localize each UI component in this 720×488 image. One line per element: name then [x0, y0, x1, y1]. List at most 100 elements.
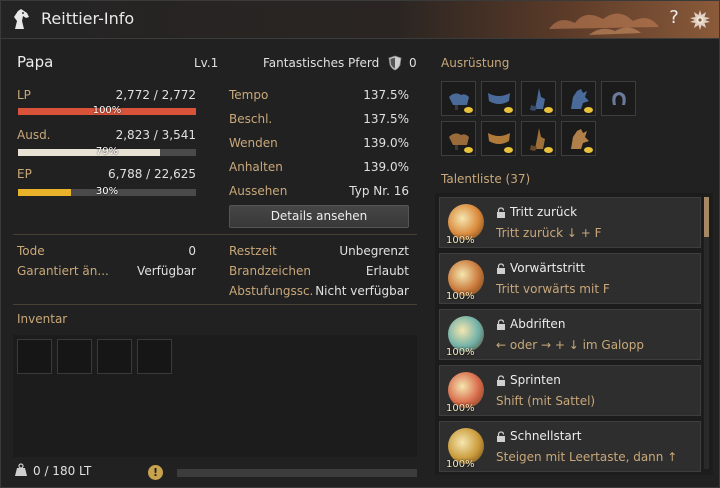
mount-name: Papa	[17, 53, 54, 71]
talent-name: Sprinten	[510, 373, 561, 387]
saddle-slot[interactable]	[441, 81, 476, 116]
turning-value: 139.0%	[363, 136, 409, 150]
saddle-slot[interactable]	[441, 121, 476, 156]
equipped-indicator	[504, 147, 513, 153]
speed-value: 137.5%	[363, 88, 409, 102]
brand-value: Erlaubt	[365, 264, 409, 278]
talent-percent: 100%	[446, 459, 475, 470]
remaining-time-value: Unbegrenzt	[339, 244, 409, 258]
inventory-slot[interactable]	[137, 339, 172, 374]
talent-item[interactable]: 100% Abdriften ← oder → + ↓ im Galopp	[439, 309, 701, 360]
downgrade-label: Abstufungssc.	[229, 284, 314, 298]
hp-percent: 100%	[92, 105, 122, 116]
lock-icon	[497, 207, 505, 218]
talent-scrollbar[interactable]	[704, 197, 709, 469]
equipped-indicator	[464, 147, 473, 153]
stamina-bar: 79%	[18, 146, 196, 157]
talent-item[interactable]: 100% Schnellstart Steigen mit Leertaste,…	[439, 421, 701, 472]
scrollbar-thumb[interactable]	[704, 197, 709, 237]
divider	[13, 234, 417, 235]
inventory-slot[interactable]	[17, 339, 52, 374]
equipped-indicator	[584, 147, 593, 153]
mount-grade: Fantastisches Pferd	[263, 56, 380, 70]
equipped-indicator	[544, 107, 553, 113]
deaths-label: Tode	[17, 244, 45, 258]
talent-description: Tritt vorwärts mit F	[496, 282, 610, 296]
weight-bar	[177, 469, 417, 477]
cloud-decoration-icon	[549, 13, 659, 35]
inventory-slot[interactable]	[57, 339, 92, 374]
speed-label: Tempo	[229, 88, 269, 102]
talent-item[interactable]: 100% Tritt zurück Tritt zurück ↓ + F	[439, 197, 701, 248]
mount-count: 0	[409, 56, 417, 70]
exp-value: 6,788 / 22,625	[107, 167, 196, 181]
inventory-panel	[13, 335, 417, 457]
barding-slot[interactable]	[481, 121, 516, 156]
braking-value: 139.0%	[363, 160, 409, 174]
guaranteed-change-value: Verfügbar	[137, 264, 196, 278]
acceleration-value: 137.5%	[363, 112, 409, 126]
lock-icon	[497, 375, 505, 386]
equipped-indicator	[584, 107, 593, 113]
guaranteed-change-label: Garantiert än...	[17, 264, 109, 278]
brand-label: Brandzeichen	[229, 264, 311, 278]
talent-description: Steigen mit Leertaste, dann ↑	[496, 450, 678, 464]
lock-icon	[497, 263, 505, 274]
hp-label: LP	[17, 88, 31, 102]
inventory-weight: 0 / 180 LT	[33, 464, 92, 478]
turning-label: Wenden	[229, 136, 278, 150]
talent-percent: 100%	[446, 347, 475, 358]
talent-list: 100% Tritt zurück Tritt zurück ↓ + F 100…	[435, 193, 713, 475]
mount-info-window: Reittier-Info ? Papa Lv.1 Fantastisches …	[0, 0, 720, 488]
divider	[13, 304, 417, 305]
stamina-label: Ausd.	[17, 128, 51, 142]
talent-name: Tritt zurück	[510, 205, 578, 219]
downgrade-value: Nicht verfügbar	[315, 284, 409, 298]
equipped-indicator	[464, 107, 473, 113]
lock-icon	[497, 431, 505, 442]
stamina-percent: 79%	[95, 146, 119, 157]
exp-bar: 30%	[18, 186, 196, 197]
inventory-title: Inventar	[17, 312, 68, 326]
help-button[interactable]: ?	[665, 7, 683, 31]
talent-name: Abdriften	[510, 317, 566, 331]
talent-name: Schnellstart	[510, 429, 582, 443]
talent-description: Shift (mit Sattel)	[496, 394, 596, 408]
talent-description: ← oder → + ↓ im Galopp	[496, 338, 644, 352]
stirrup-slot[interactable]	[521, 121, 556, 156]
titlebar[interactable]: Reittier-Info ?	[1, 1, 719, 39]
talent-percent: 100%	[446, 235, 475, 246]
inventory-slot[interactable]	[97, 339, 132, 374]
appearance-value: Typ Nr. 16	[349, 184, 409, 198]
barding-slot[interactable]	[481, 81, 516, 116]
talent-item[interactable]: 100% Vorwärtstritt Tritt vorwärts mit F	[439, 253, 701, 304]
remaining-time-label: Restzeit	[229, 244, 277, 258]
equipment-title: Ausrüstung	[441, 56, 510, 70]
window-title: Reittier-Info	[41, 9, 135, 28]
braking-label: Anhalten	[229, 160, 283, 174]
horse-armor-slot[interactable]	[561, 81, 596, 116]
horseshoe-icon	[612, 92, 626, 105]
talent-percent: 100%	[446, 291, 475, 302]
stirrup-slot[interactable]	[521, 81, 556, 116]
deaths-value: 0	[188, 244, 196, 258]
talent-percent: 100%	[446, 403, 475, 414]
horseshoe-slot[interactable]	[601, 81, 636, 116]
equipped-indicator	[544, 147, 553, 153]
hp-value: 2,772 / 2,772	[115, 88, 196, 102]
acceleration-label: Beschl.	[229, 112, 273, 126]
horse-head-icon	[14, 9, 29, 29]
warning-icon[interactable]: !	[148, 465, 163, 480]
lock-icon	[497, 319, 505, 330]
talent-description: Tritt zurück ↓ + F	[496, 226, 602, 240]
weight-icon	[15, 463, 27, 476]
talent-name: Vorwärtstritt	[510, 261, 585, 275]
horse-armor-slot[interactable]	[561, 121, 596, 156]
shield-icon	[388, 55, 402, 71]
stamina-value: 2,823 / 3,541	[115, 128, 196, 142]
mount-level: Lv.1	[194, 56, 219, 70]
view-details-button[interactable]: Details ansehen	[229, 205, 409, 228]
gear-icon[interactable]	[689, 9, 711, 31]
talent-item[interactable]: 100% Sprinten Shift (mit Sattel)	[439, 365, 701, 416]
appearance-label: Aussehen	[229, 184, 288, 198]
